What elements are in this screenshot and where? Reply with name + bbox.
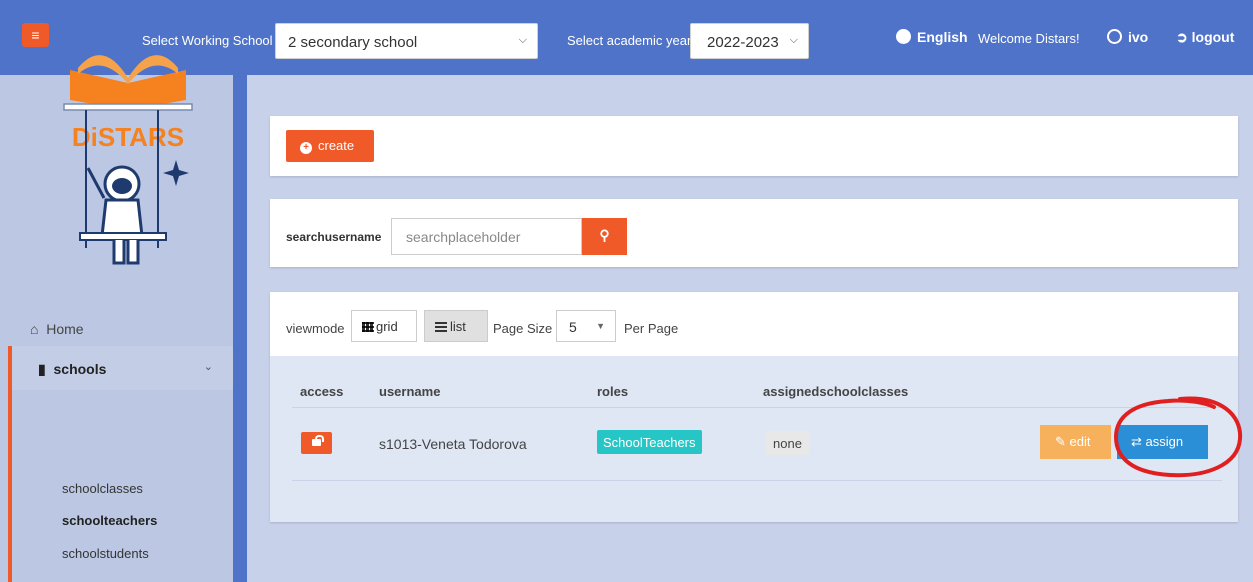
column-header-access: access — [300, 384, 344, 399]
unlock-icon — [312, 435, 324, 446]
caret-down-icon: ▼ — [596, 321, 605, 331]
column-header-username: username — [379, 384, 441, 399]
assigned-classes-badge: none — [766, 431, 809, 455]
list-icon — [435, 322, 447, 332]
search-button[interactable]: ⚲ — [582, 218, 627, 255]
table-divider — [292, 407, 1222, 408]
language-label: English — [917, 29, 968, 45]
user-name: ivo — [1128, 29, 1149, 45]
sidebar-item-label: Home — [46, 321, 84, 337]
red-circle-annotation — [1113, 396, 1243, 478]
hamburger-menu-button[interactable]: ≡ — [22, 23, 49, 47]
book-icon: ▮ — [38, 361, 46, 377]
create-card — [270, 116, 1238, 176]
submenu-accent-bar — [8, 390, 12, 582]
viewmode-label: viewmode — [286, 321, 345, 336]
globe-icon — [896, 29, 911, 44]
search-input[interactable]: searchplaceholder — [391, 218, 582, 255]
user-icon — [1107, 29, 1122, 44]
grid-view-button[interactable]: grid — [351, 310, 417, 342]
per-page-label: Per Page — [624, 321, 679, 336]
select-year-label: Select academic year — [567, 33, 692, 48]
school-select[interactable]: 2 secondary school ⌵ — [275, 23, 538, 59]
list-view-button[interactable]: list — [424, 310, 488, 342]
year-select-value: 2022-2023 — [707, 34, 779, 51]
edit-label: edit — [1069, 434, 1091, 449]
sign-out-icon: ➲ — [1176, 29, 1188, 45]
hamburger-icon: ≡ — [31, 27, 40, 43]
sidebar-item-label: schools — [53, 361, 107, 377]
column-header-roles: roles — [597, 384, 629, 399]
sidebar-divider — [233, 75, 247, 582]
welcome-text: Welcome Distars! — [978, 31, 1080, 46]
role-badge: SchoolTeachers — [597, 430, 702, 454]
list-label: list — [450, 319, 466, 334]
username-cell: s1013-Veneta Todorova — [379, 436, 527, 452]
school-select-value: 2 secondary school — [288, 34, 418, 51]
user-menu[interactable]: ivo — [1107, 29, 1148, 45]
column-header-assigned-classes: assignedschoolclasses — [763, 384, 909, 399]
sidebar-item-schools[interactable]: ▮ schools ⌄ — [8, 346, 233, 390]
sidebar-item-schoolteachers[interactable]: schoolteachers — [62, 513, 157, 528]
grid-icon — [362, 322, 374, 332]
table-divider — [292, 480, 1222, 481]
page-size-label: Page Size — [493, 321, 553, 336]
distars-logo: DiSTARS — [63, 55, 193, 265]
home-icon: ⌂ — [30, 321, 39, 337]
grid-label: grid — [376, 319, 398, 334]
logout-label: logout — [1191, 29, 1235, 45]
sidebar-item-schoolstudents[interactable]: schoolstudents — [62, 546, 149, 561]
search-label: searchusername — [286, 230, 382, 244]
edit-icon: ✎ — [1055, 434, 1066, 449]
page-size-select[interactable]: 5 ▼ — [556, 310, 616, 342]
create-button[interactable]: + create — [286, 130, 374, 162]
edit-button[interactable]: ✎ edit — [1040, 425, 1111, 459]
page-size-value: 5 — [569, 319, 577, 335]
create-label: create — [318, 138, 355, 153]
access-toggle-button[interactable] — [301, 432, 332, 454]
logo-text: DiSTARS — [72, 122, 184, 152]
chevron-down-icon: ⌵ — [518, 34, 527, 46]
sidebar-item-schoolclasses[interactable]: schoolclasses — [62, 481, 143, 496]
search-icon: ⚲ — [599, 227, 610, 243]
chevron-down-icon: ⌵ — [789, 34, 798, 46]
language-selector[interactable]: English — [896, 29, 968, 45]
sidebar-item-home[interactable]: ⌂ Home — [0, 308, 233, 348]
academic-year-select[interactable]: 2022-2023 ⌵ — [690, 23, 809, 59]
plus-circle-icon: + — [300, 142, 312, 154]
chevron-down-icon: ⌄ — [203, 361, 213, 373]
logout-link[interactable]: ➲ logout — [1176, 29, 1234, 46]
